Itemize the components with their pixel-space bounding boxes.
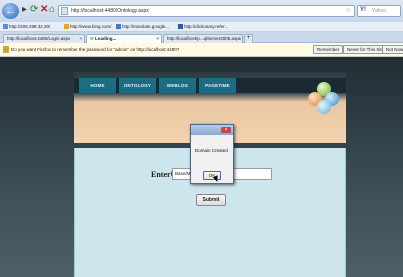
dialog-message: Domain Created — [195, 148, 228, 153]
forward-button[interactable]: ▸ — [22, 4, 27, 16]
close-icon[interactable]: × — [221, 127, 231, 133]
submit-button[interactable]: Submit — [196, 194, 226, 206]
address-bar[interactable]: http://localhost:4480/Ontology.aspx ☆ — [58, 5, 355, 17]
tab-loading[interactable]: ⟳ Loading... × — [86, 34, 162, 43]
url-text: http://localhost:4480/Ontology.aspx — [71, 8, 149, 14]
bookmark-label: http://translate.google... — [122, 24, 170, 29]
site-favicon — [61, 7, 68, 15]
page-icon — [3, 24, 8, 29]
dictionary-icon — [178, 24, 183, 29]
bookmark-item[interactable]: http://dictionary.refer... — [178, 24, 228, 29]
stop-icon[interactable]: ✕ — [40, 4, 48, 16]
nav-pagetime[interactable]: PAGETIME — [199, 78, 236, 93]
bookmarks-bar: http://206.298.32.30/ http://www.bing.co… — [0, 22, 403, 32]
bookmark-label: http://www.bing.com/ — [70, 24, 112, 29]
bookmark-item[interactable]: http://www.bing.com/ — [64, 24, 112, 29]
home-icon[interactable]: ⌂ — [49, 4, 55, 16]
password-notification-bar: Do you want Firefox to remember the pass… — [0, 43, 403, 57]
search-placeholder: Yahoo — [372, 8, 387, 14]
logo-icon — [306, 80, 342, 116]
nav-home[interactable]: HOME — [79, 78, 116, 93]
alert-dialog: × Domain Created OK — [190, 124, 234, 184]
browser-toolbar: ← ▸ ⟳ ✕ ⌂ http://localhost:4480/Ontology… — [0, 0, 403, 22]
close-icon[interactable]: × — [237, 36, 240, 41]
new-tab-button[interactable]: + — [244, 34, 253, 43]
bookmark-label: http://206.298.32.30/ — [9, 24, 51, 29]
search-input[interactable]: Y! Yahoo — [357, 5, 401, 17]
google-icon — [116, 24, 121, 29]
dialog-titlebar[interactable]: × — [191, 125, 233, 135]
tab-label: http://localhost/p...qlServer2005.aspx — [167, 36, 242, 41]
close-icon[interactable]: × — [79, 36, 82, 41]
key-icon — [3, 46, 9, 53]
star-icon[interactable]: ☆ — [346, 7, 351, 14]
nav-ontology[interactable]: ONTOLOGY — [119, 78, 156, 93]
tab-sqlserver[interactable]: http://localhost/p...qlServer2005.aspx × — [163, 34, 243, 43]
logo-ball-lightblue — [317, 100, 331, 114]
tab-label: http://localhost:4480/Login.aspx — [7, 36, 71, 41]
bookmark-label: http://dictionary.refer... — [184, 24, 229, 29]
bookmark-item[interactable]: http://206.298.32.30/ — [3, 24, 50, 29]
notification-text: Do you want Firefox to remember the pass… — [11, 47, 180, 52]
tab-label: Loading... — [95, 36, 117, 41]
yahoo-icon: Y! — [360, 7, 366, 13]
close-icon[interactable]: × — [156, 36, 159, 41]
nav-weblog[interactable]: WEBLOG — [159, 78, 196, 93]
remember-button[interactable]: Remember — [313, 45, 344, 54]
bing-icon — [64, 24, 69, 29]
bookmark-item[interactable]: http://translate.google... — [116, 24, 169, 29]
reload-icon[interactable]: ⟳ — [30, 4, 38, 16]
tab-strip: http://localhost:4480/Login.aspx × ⟳ Loa… — [0, 32, 403, 43]
back-button[interactable]: ← — [2, 3, 19, 19]
not-now-button[interactable]: Not Now — [382, 45, 403, 54]
tab-login[interactable]: http://localhost:4480/Login.aspx × — [3, 34, 85, 43]
